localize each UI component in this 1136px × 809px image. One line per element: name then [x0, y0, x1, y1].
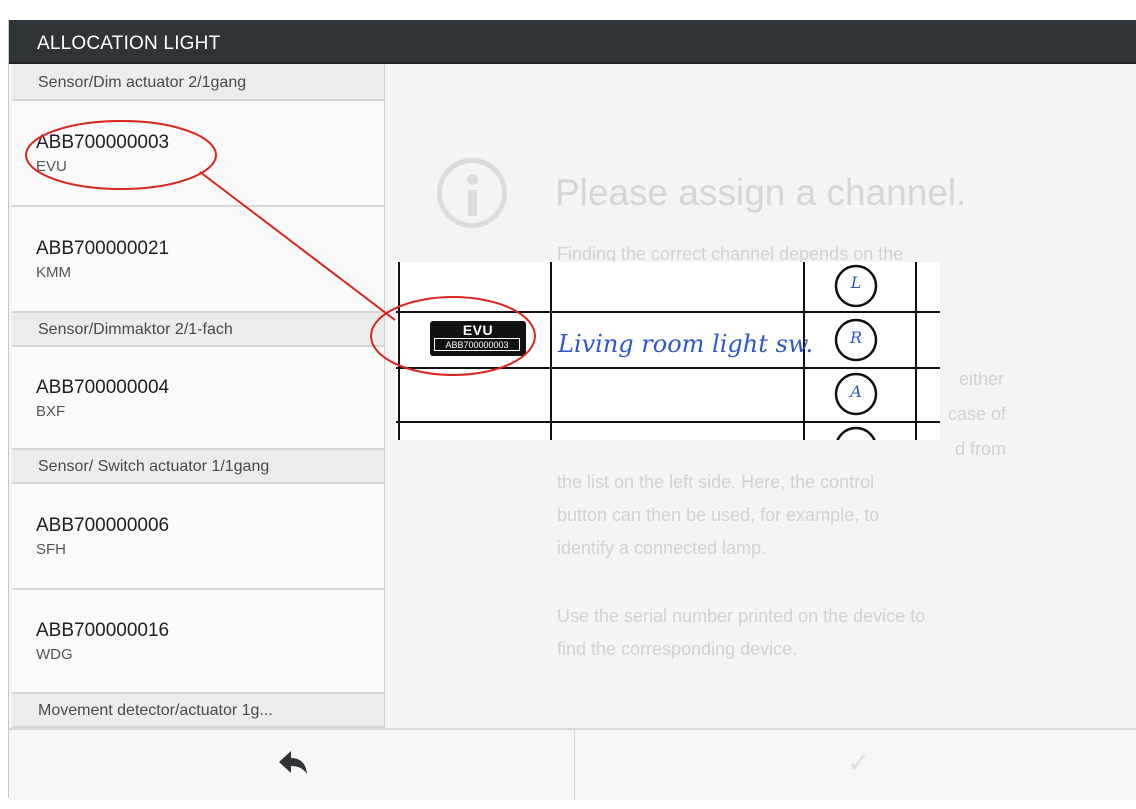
device-name: BXF [36, 403, 66, 420]
device-item-abb700000006[interactable]: ABB700000006 SFH [12, 484, 384, 590]
bottom-toolbar: ✓ [9, 728, 1136, 800]
device-serial: ABB700000004 [36, 377, 170, 398]
back-button[interactable] [9, 730, 574, 800]
handwritten-note: Living room light sw. [558, 330, 814, 358]
confirm-button[interactable]: ✓ [575, 730, 1136, 800]
device-name: WDG [36, 646, 73, 663]
info-text-fragment: case of [948, 404, 1007, 424]
group-header: Sensor/Dimmaktor 2/1-fach [12, 313, 384, 347]
info-text-line: identify a connected lamp. [557, 538, 767, 558]
device-serial-label: EVU ABB700000003 [430, 321, 526, 356]
device-item-abb700000004[interactable]: ABB700000004 BXF [12, 347, 384, 450]
channel-circle-letter: L [850, 273, 862, 292]
info-text-fragment: d from [955, 439, 1007, 459]
info-text-line: the list on the left side. Here, the con… [557, 472, 875, 492]
window-title: ALLOCATION LIGHT [37, 33, 221, 54]
device-item-abb700000016[interactable]: ABB700000016 WDG [12, 590, 384, 694]
device-item-abb700000021[interactable]: ABB700000021 KMM [12, 207, 384, 313]
group-header: Sensor/Dim actuator 2/1gang [12, 64, 384, 101]
info-text-line: button can then be used, for example, to [557, 505, 880, 525]
info-text-line: find the corresponding device. [557, 639, 798, 659]
group-header: Sensor/ Switch actuator 1/1gang [12, 450, 384, 484]
group-header: Movement detector/actuator 1g... [12, 694, 384, 728]
info-icon-dot [467, 174, 478, 185]
channel-circle-letter: A [850, 382, 862, 401]
label-device-name: EVU [462, 322, 494, 338]
info-text-line: Use the serial number printed on the dev… [557, 606, 926, 626]
device-name: SFH [36, 541, 66, 558]
info-icon [437, 158, 507, 228]
label-serial-number: ABB700000003 [434, 338, 520, 351]
device-name: KMM [36, 264, 71, 281]
device-serial: ABB700000016 [36, 620, 170, 641]
device-serial: ABB700000021 [36, 238, 170, 259]
device-name: EVU [36, 158, 67, 175]
info-icon-bar [468, 190, 477, 216]
title-bar: ALLOCATION LIGHT [9, 14, 1136, 64]
device-item-abb700000003[interactable]: ABB700000003 EVU [12, 101, 384, 207]
info-text-fragment: either [959, 369, 1005, 389]
title-bar-notch [1037, 14, 1051, 18]
device-serial: ABB700000006 [36, 515, 170, 536]
device-list[interactable]: Sensor/Dim actuator 2/1gang ABB700000003… [12, 64, 385, 728]
channel-circle-letter: R [849, 328, 863, 347]
checkmark-icon: ✓ [847, 747, 871, 778]
info-heading: Please assign a channel. [555, 172, 967, 213]
back-arrow-icon [279, 751, 307, 774]
device-serial: ABB700000003 [36, 132, 170, 153]
